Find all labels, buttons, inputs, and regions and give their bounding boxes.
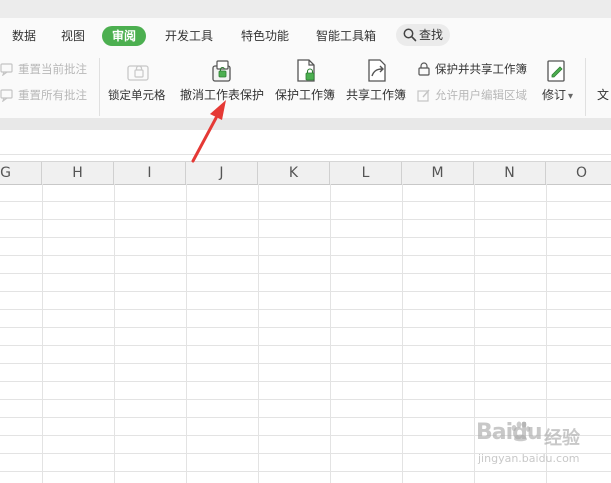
track-changes-icon (547, 60, 565, 82)
column-header-k[interactable]: K (258, 162, 330, 184)
share-workbook-icon (368, 59, 386, 82)
search-button[interactable]: 查找 (396, 24, 450, 46)
column-header-h[interactable]: H (42, 162, 114, 184)
column-header-row: G H I J K L M N O (0, 161, 611, 185)
reset-all-comments-button[interactable]: 重置所有批注 (0, 86, 96, 104)
protect-workbook-button[interactable]: 保护工作簿 (275, 86, 335, 104)
protect-and-share-label: 保护并共享工作簿 (435, 62, 527, 76)
unprotect-sheet-icon (212, 60, 231, 82)
annotation-arrow (191, 100, 226, 163)
watermark-suffix: 经验 (544, 428, 580, 449)
lock-cell-button[interactable]: 锁定单元格 (108, 86, 166, 104)
column-header-g[interactable]: G (0, 162, 42, 184)
tab-developer[interactable]: 开发工具 (165, 26, 213, 46)
reset-current-comment-label: 重置当前批注 (18, 62, 87, 76)
allow-edit-ranges-button[interactable]: 允许用户编辑区域 (417, 86, 537, 104)
tab-smart-toolbox[interactable]: 智能工具箱 (316, 26, 376, 46)
comments-reset-all-icon (0, 89, 13, 102)
padlock-icon (418, 62, 430, 76)
column-header-l[interactable]: L (330, 162, 402, 184)
tab-data[interactable]: 数据 (12, 26, 36, 46)
baidu-watermark: Baidu 经验 jingyan.baidu.com (470, 412, 610, 476)
column-header-n[interactable]: N (474, 162, 546, 184)
search-label: 查找 (419, 28, 444, 42)
document-partial-button[interactable]: 文 (597, 86, 609, 104)
comment-reset-icon (0, 63, 13, 76)
track-changes-label: 修订 (542, 88, 567, 102)
ribbon-separator (585, 58, 586, 116)
column-header-m[interactable]: M (402, 162, 474, 184)
chevron-down-icon: ▾ (568, 91, 574, 102)
watermark-brand: Baidu (476, 420, 543, 445)
search-icon (403, 28, 417, 42)
reset-current-comment-button[interactable]: 重置当前批注 (0, 60, 96, 78)
tab-view[interactable]: 视图 (61, 26, 85, 46)
column-header-o[interactable]: O (546, 162, 611, 184)
watermark-url: jingyan.baidu.com (478, 452, 580, 465)
formula-bar[interactable] (0, 130, 611, 155)
tab-special-features[interactable]: 特色功能 (241, 26, 289, 46)
protect-workbook-icon (297, 59, 315, 82)
share-workbook-button[interactable]: 共享工作簿 (346, 86, 406, 104)
window-top-strip (0, 0, 611, 18)
paw-icon (511, 421, 530, 442)
ribbon-bottom-band (0, 118, 611, 130)
allow-edit-ranges-label: 允许用户编辑区域 (435, 88, 527, 102)
ribbon-separator (99, 58, 100, 116)
edit-range-icon (417, 89, 430, 102)
protect-and-share-button[interactable]: 保护并共享工作簿 (417, 60, 537, 78)
column-header-i[interactable]: I (114, 162, 186, 184)
track-changes-button[interactable]: 修订 ▾ (542, 86, 573, 104)
tab-review[interactable]: 审阅 (102, 26, 147, 46)
lock-cell-icon (127, 65, 149, 81)
reset-all-comments-label: 重置所有批注 (18, 88, 87, 102)
